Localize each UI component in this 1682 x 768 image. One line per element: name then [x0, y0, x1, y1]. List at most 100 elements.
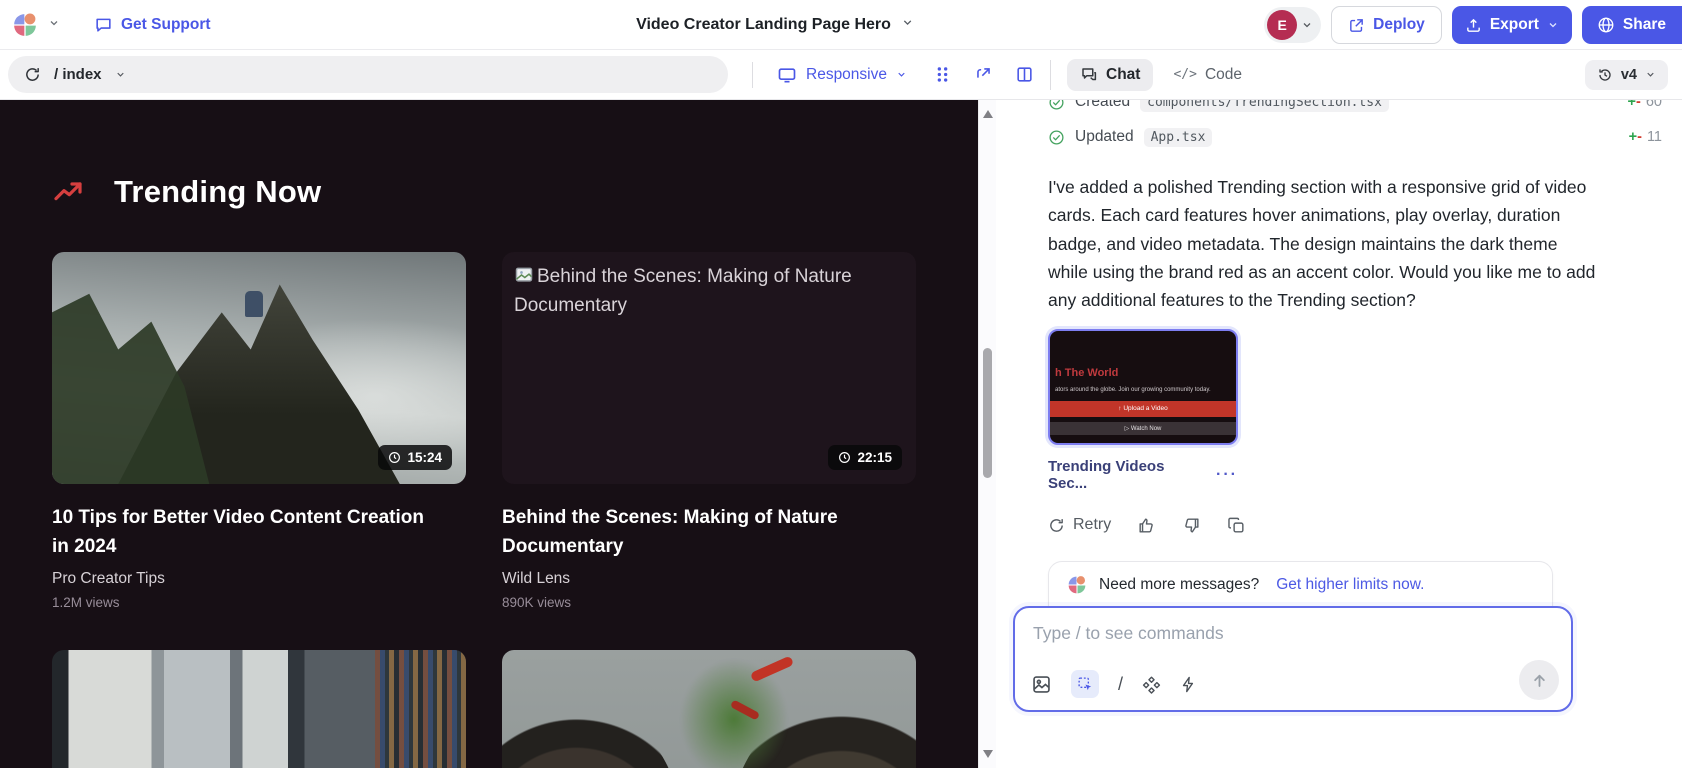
- arrow-up-icon: [1530, 671, 1549, 690]
- send-button[interactable]: [1519, 660, 1559, 700]
- broken-image-icon: [514, 265, 534, 285]
- retry-button[interactable]: Retry: [1048, 516, 1111, 534]
- thumbs-up-button[interactable]: [1137, 516, 1156, 535]
- site-preview: Trending Now 15:24 10 Tips for Better Vi…: [0, 100, 978, 768]
- message-composer[interactable]: /: [1013, 606, 1573, 712]
- globe-icon: [1597, 16, 1615, 34]
- check-circle-icon: [1048, 129, 1065, 146]
- duration-badge: 15:24: [378, 445, 452, 470]
- app-window: Get Support Video Creator Landing Page H…: [0, 0, 1682, 768]
- upload-icon: [1465, 17, 1482, 34]
- retry-icon: [1048, 517, 1065, 534]
- address-bar[interactable]: / index: [8, 56, 728, 93]
- chevron-down-icon: [896, 69, 907, 80]
- chevron-down-icon[interactable]: [115, 69, 126, 80]
- split-columns-icon[interactable]: [1015, 65, 1034, 84]
- artifact-thumbnail[interactable]: h The World ators around the globe. Join…: [1048, 329, 1238, 445]
- lightning-icon[interactable]: [1180, 676, 1197, 693]
- history-icon: [1597, 67, 1613, 83]
- banner-text: Need more messages?: [1099, 576, 1259, 594]
- toolbar: / index Responsive: [0, 50, 1682, 100]
- message-actions: Retry: [1048, 516, 1662, 535]
- video-card[interactable]: 15:24 10 Tips for Better Video Content C…: [52, 252, 466, 610]
- video-card[interactable]: [502, 650, 916, 768]
- chevron-down-icon[interactable]: [48, 16, 60, 34]
- diff-counter: +-60: [1628, 100, 1662, 110]
- file-status-row: Created components/TrendingSection.tsx +…: [1048, 100, 1662, 116]
- video-thumbnail[interactable]: [52, 650, 466, 768]
- route-path: / index: [54, 66, 102, 83]
- video-views: 1.2M views: [52, 595, 466, 610]
- account-menu[interactable]: E: [1264, 7, 1321, 43]
- chat-input[interactable]: [1015, 608, 1571, 660]
- scroll-down-arrow[interactable]: [983, 750, 993, 758]
- select-element-button[interactable]: [1071, 670, 1099, 698]
- open-in-new-tab-icon[interactable]: [974, 65, 993, 84]
- attach-image-icon[interactable]: [1031, 674, 1052, 695]
- select-cursor-icon: [1077, 676, 1094, 693]
- artifact-menu-button[interactable]: ···: [1216, 466, 1238, 484]
- thumbs-down-button[interactable]: [1182, 516, 1201, 535]
- slash-command-button[interactable]: /: [1118, 674, 1123, 695]
- deploy-button[interactable]: Deploy: [1331, 6, 1442, 44]
- mini-primary-button: ↑ Upload a Video: [1050, 401, 1236, 417]
- figma-make-logo-icon[interactable]: [12, 12, 38, 38]
- chevron-down-icon: [1301, 19, 1313, 31]
- video-channel: Wild Lens: [502, 570, 916, 588]
- video-views: 890K views: [502, 595, 916, 610]
- preview-scrollbar[interactable]: [978, 100, 996, 768]
- video-title[interactable]: 10 Tips for Better Video Content Creatio…: [52, 504, 444, 561]
- get-support-link[interactable]: Get Support: [94, 15, 211, 34]
- chevron-down-icon: [1645, 69, 1656, 80]
- video-card[interactable]: [52, 650, 466, 768]
- external-link-icon: [1348, 17, 1365, 34]
- figma-make-logo-icon: [1067, 575, 1087, 595]
- assistant-message: I've added a polished Trending section w…: [1048, 173, 1596, 315]
- avatar: E: [1267, 10, 1297, 40]
- upgrade-link[interactable]: Get higher limits now.: [1276, 576, 1424, 594]
- component-grid-icon[interactable]: [933, 65, 952, 84]
- trending-up-icon: [52, 176, 84, 208]
- tab-chat[interactable]: Chat: [1067, 59, 1153, 91]
- chevron-down-icon: [1547, 19, 1559, 31]
- chat-bubble-icon: [94, 15, 113, 34]
- divider: [1050, 60, 1051, 90]
- video-thumbnail[interactable]: [502, 650, 916, 768]
- chat-panel: Created components/TrendingSection.tsx +…: [996, 100, 1682, 768]
- duration-badge: 22:15: [828, 445, 902, 470]
- clock-icon: [388, 451, 401, 464]
- image-alt-text: Behind the Scenes: Making of Nature Docu…: [502, 252, 916, 331]
- tab-code[interactable]: </> Code: [1173, 66, 1242, 84]
- file-chip[interactable]: App.tsx: [1144, 128, 1213, 147]
- video-card[interactable]: Behind the Scenes: Making of Nature Docu…: [502, 252, 916, 610]
- check-circle-icon: [1048, 100, 1065, 111]
- components-icon[interactable]: [1142, 675, 1161, 694]
- video-thumbnail-broken[interactable]: Behind the Scenes: Making of Nature Docu…: [502, 252, 916, 484]
- scroll-up-arrow[interactable]: [983, 110, 993, 118]
- video-title[interactable]: Behind the Scenes: Making of Nature Docu…: [502, 504, 894, 561]
- chevron-down-icon: [901, 16, 914, 34]
- file-status-row: Updated App.tsx +-11: [1048, 123, 1662, 151]
- refresh-icon[interactable]: [24, 66, 41, 83]
- file-chip[interactable]: components/TrendingSection.tsx: [1140, 100, 1389, 112]
- artifact-preview[interactable]: h The World ators around the globe. Join…: [1048, 329, 1238, 492]
- scrollbar-thumb[interactable]: [983, 348, 992, 478]
- code-icon: </>: [1173, 67, 1196, 82]
- share-button[interactable]: Share: [1582, 6, 1682, 44]
- video-channel: Pro Creator Tips: [52, 570, 466, 588]
- device-selector[interactable]: Responsive: [777, 65, 907, 85]
- chat-bubbles-icon: [1080, 66, 1098, 84]
- diff-counter: +-11: [1629, 129, 1662, 145]
- top-header: Get Support Video Creator Landing Page H…: [0, 0, 1682, 50]
- artifact-name[interactable]: Trending Videos Sec...: [1048, 458, 1194, 492]
- divider: [752, 62, 753, 88]
- section-title: Trending Now: [114, 174, 321, 210]
- copy-button[interactable]: [1227, 516, 1246, 535]
- monitor-icon: [777, 65, 797, 85]
- clock-icon: [838, 451, 851, 464]
- video-thumbnail[interactable]: 15:24: [52, 252, 466, 484]
- export-button[interactable]: Export: [1452, 6, 1572, 44]
- version-history-button[interactable]: v4: [1585, 60, 1668, 90]
- mini-secondary-button: ▷ Watch Now: [1050, 422, 1236, 435]
- project-title[interactable]: Video Creator Landing Page Hero: [636, 16, 914, 34]
